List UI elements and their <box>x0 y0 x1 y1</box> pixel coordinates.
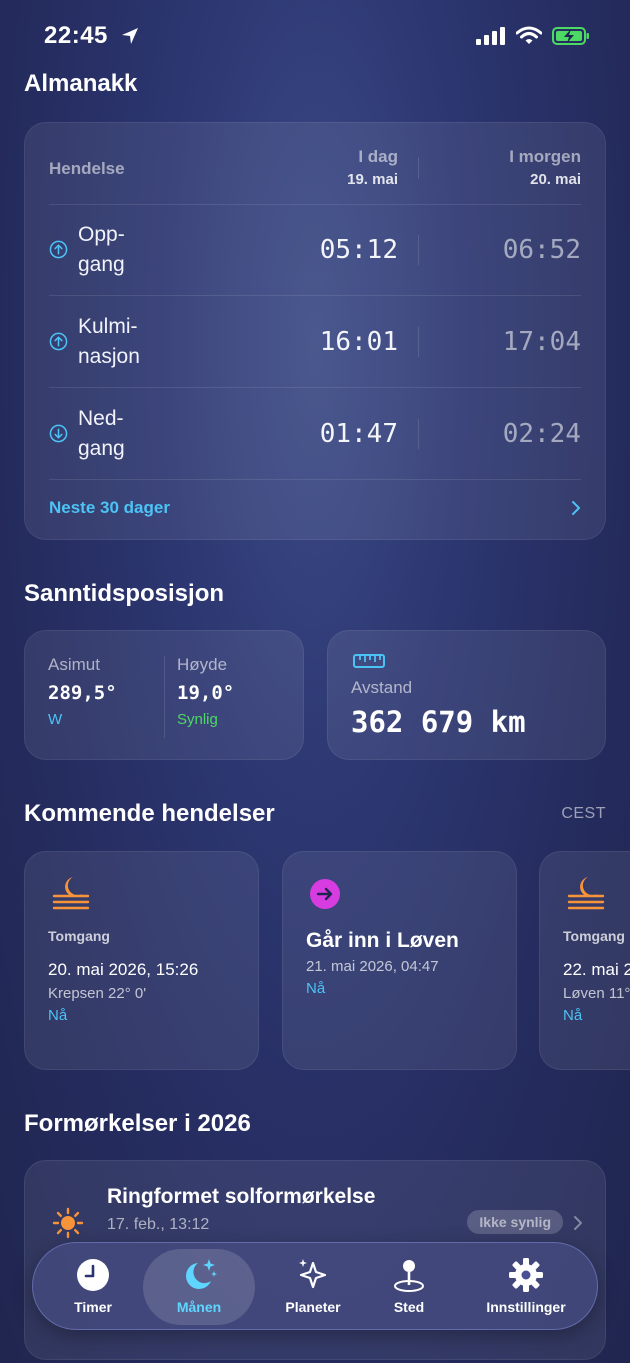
event-card-void-of-course[interactable]: Tomgang 22. mai 2026, 08:12 Løven 11° 3'… <box>539 851 630 1070</box>
gear-icon <box>508 1257 544 1298</box>
azimuth-altitude-card: Asimut 289,5° W Høyde 19,0° Synlig <box>24 630 304 760</box>
moon-set-icon <box>51 874 91 917</box>
event-column-header: Hendelse <box>49 159 125 178</box>
tab-planets[interactable]: Planeter <box>255 1249 371 1325</box>
tab-label: Innstillinger <box>486 1299 566 1315</box>
event-now: Nå <box>48 1007 68 1024</box>
event-position: Løven 11° 3' <box>563 985 630 1002</box>
ruler-icon <box>353 653 385 674</box>
distance-card: Avstand 362 679 km <box>327 630 606 760</box>
event-position: Krepsen 22° 0' <box>48 985 147 1002</box>
arrow-right-circle-icon <box>309 878 341 915</box>
event-date: 20. mai 2026, 15:26 <box>48 960 199 979</box>
event-card-void-of-course[interactable]: Tomgang 20. mai 2026, 15:26 Krepsen 22° … <box>24 851 259 1070</box>
tab-moon[interactable]: Månen <box>143 1249 255 1325</box>
visibility-badge: Ikke synlig <box>467 1210 563 1234</box>
almanac-title: Almanakk <box>24 70 138 97</box>
arrow-up-circle-icon <box>49 332 68 356</box>
tomorrow-time: 02:24 <box>502 419 581 449</box>
tab-settings[interactable]: Innstillinger <box>463 1249 589 1325</box>
today-column-header: I dag 19. mai <box>347 147 398 188</box>
azimuth-label: Asimut <box>48 655 100 674</box>
tab-label: Planeter <box>285 1299 341 1315</box>
event-card-enters-sign[interactable]: Går inn i Løven 21. mai 2026, 04:47 Nå <box>282 851 517 1070</box>
tab-label: Månen <box>176 1299 222 1315</box>
today-time: 16:01 <box>319 327 398 357</box>
event-type: Tomgang <box>48 928 110 944</box>
tomorrow-column-header: I morgen 20. mai <box>509 147 581 188</box>
today-time: 05:12 <box>319 235 398 265</box>
next-30-days-link[interactable]: Neste 30 dager <box>49 498 170 518</box>
altitude-label: Høyde <box>177 655 228 674</box>
today-time: 01:47 <box>319 419 398 449</box>
status-bar: 22:45 <box>0 0 630 70</box>
tab-location[interactable]: Sted <box>363 1249 455 1325</box>
altitude-status: Synlig <box>177 711 218 728</box>
upcoming-title: Kommende hendelser <box>24 800 275 827</box>
sun-icon <box>52 1207 84 1244</box>
map-pin-icon <box>391 1257 427 1298</box>
tomorrow-time: 06:52 <box>502 235 581 265</box>
event-date: 22. mai 2026, 08:12 <box>563 960 630 979</box>
almanac-card: Hendelse I dag 19. mai I morgen 20. mai … <box>24 122 606 540</box>
tab-bar: Timer Månen Planeter Sted Innstillinger <box>32 1242 598 1330</box>
tab-timer[interactable]: Timer <box>41 1249 145 1325</box>
event-date: 21. mai 2026, 04:47 <box>306 958 439 975</box>
battery-charging-icon <box>552 26 590 51</box>
azimuth-direction: W <box>48 711 63 728</box>
event-name: Opp-gang <box>78 223 125 276</box>
moon-stars-icon <box>179 1257 219 1298</box>
distance-label: Avstand <box>351 678 413 697</box>
tab-label: Sted <box>393 1299 425 1315</box>
chevron-right-icon[interactable] <box>571 500 581 521</box>
azimuth-value: 289,5° <box>48 682 117 704</box>
eclipse-name: Ringformet solformørkelse <box>107 1185 376 1208</box>
eclipse-date: 17. feb., 13:12 <box>107 1216 210 1233</box>
altitude-value: 19,0° <box>177 682 235 704</box>
distance-value: 362 679 km <box>351 705 526 739</box>
clock-icon <box>75 1257 111 1298</box>
timezone-label: CEST <box>561 805 606 822</box>
event-title: Går inn i Løven <box>306 929 459 952</box>
realtime-title: Sanntidsposisjon <box>24 580 225 607</box>
sparkles-icon <box>295 1257 331 1298</box>
event-name: Ned-gang <box>78 407 125 460</box>
arrow-down-circle-icon <box>49 424 68 448</box>
event-now: Nå <box>563 1007 583 1024</box>
wifi-icon <box>515 26 543 51</box>
event-name: Kulmi-nasjon <box>78 315 140 368</box>
location-arrow-icon <box>120 26 140 51</box>
tomorrow-time: 17:04 <box>502 327 581 357</box>
event-now: Nå <box>306 980 326 997</box>
moon-set-icon <box>566 874 606 917</box>
eclipses-title: Formørkelser i 2026 <box>24 1110 251 1137</box>
chevron-right-icon <box>573 1215 583 1236</box>
signal-icon <box>476 26 506 51</box>
upcoming-events-carousel[interactable]: Tomgang 20. mai 2026, 15:26 Krepsen 22° … <box>0 840 630 1080</box>
arrow-up-circle-icon <box>49 240 68 264</box>
event-type: Tomgang <box>563 928 625 944</box>
tab-label: Timer <box>74 1299 112 1315</box>
status-time: 22:45 <box>44 22 108 49</box>
